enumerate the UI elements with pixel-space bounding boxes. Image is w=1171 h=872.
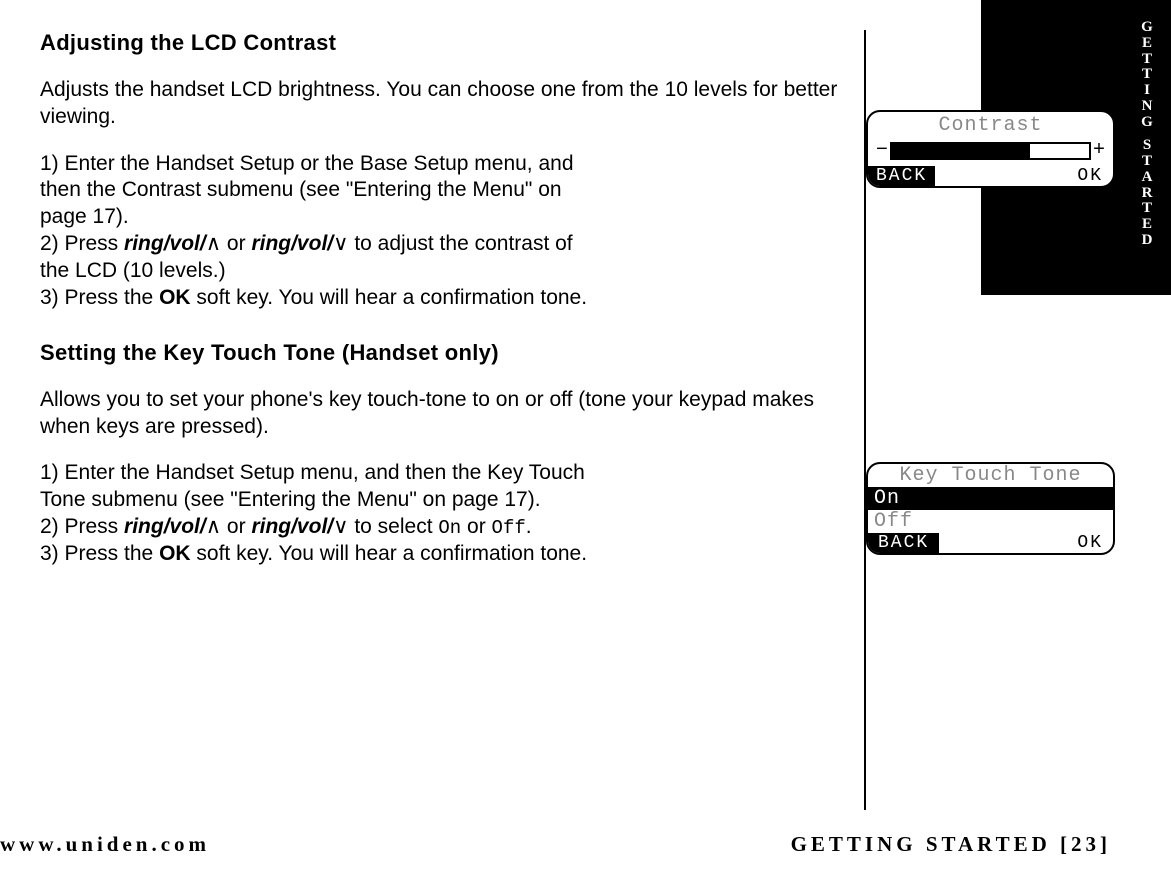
- step-1: 1) Enter the Handset Setup or the Base S…: [40, 151, 600, 232]
- off-literal: Off: [492, 517, 526, 539]
- section-lcd-contrast: Adjusting the LCD Contrast Adjusts the h…: [40, 30, 860, 312]
- page-content: Adjusting the LCD Contrast Adjusts the h…: [40, 30, 860, 568]
- ok-label-2: OK: [159, 542, 191, 565]
- or-text-2: or: [221, 515, 251, 538]
- up-caret-icon: ∧: [206, 232, 221, 255]
- step-3-pre: 3) Press the: [40, 286, 159, 309]
- lcd-keytouch-title: Key Touch Tone: [868, 464, 1113, 487]
- lcd-keytouch-footer: BACK OK: [868, 533, 1113, 553]
- ok-label-1: OK: [159, 286, 191, 309]
- lcd-option-on: On: [868, 487, 1113, 510]
- lcd-ok-key: OK: [1067, 166, 1113, 186]
- minus-icon: −: [876, 139, 888, 162]
- footer-url: www.uniden.com: [0, 832, 210, 857]
- ringvol-label-3: ring/vol/: [124, 515, 206, 538]
- down-caret-icon-2: ∨: [333, 515, 348, 538]
- ringvol-label-2: ring/vol/: [251, 232, 333, 255]
- kt-step-2: 2) Press ring/vol/∧ or ring/vol/∨ to sel…: [40, 514, 600, 541]
- section-key-touch-tone: Setting the Key Touch Tone (Handset only…: [40, 340, 860, 568]
- kt-step-3: 3) Press the OK soft key. You will hear …: [40, 541, 600, 568]
- kt-step-2-pre: 2) Press: [40, 515, 124, 538]
- on-literal: On: [438, 517, 461, 539]
- steps-key-touch: 1) Enter the Handset Setup menu, and the…: [40, 460, 600, 568]
- lcd-contrast-footer: BACK OK: [868, 166, 1113, 186]
- kt-step-1: 1) Enter the Handset Setup menu, and the…: [40, 460, 600, 514]
- ringvol-label-4: ring/vol/: [251, 515, 333, 538]
- or-plain: or: [461, 515, 491, 538]
- steps-lcd-contrast: 1) Enter the Handset Setup or the Base S…: [40, 151, 600, 312]
- lcd-contrast-bar: [890, 142, 1091, 160]
- lcd-option-off: Off: [868, 510, 1113, 533]
- ringvol-label-1: ring/vol/: [124, 232, 206, 255]
- plus-icon: +: [1093, 139, 1105, 162]
- lcd-keytouch-screen: Key Touch Tone On Off BACK OK: [866, 462, 1115, 555]
- heading-key-touch: Setting the Key Touch Tone (Handset only…: [40, 340, 860, 366]
- lcd-back-key-2: BACK: [868, 533, 939, 553]
- lcd-contrast-bar-fill: [892, 144, 1030, 158]
- footer-section: GETTING STARTED [23]: [791, 832, 1111, 857]
- heading-lcd-contrast: Adjusting the LCD Contrast: [40, 30, 860, 56]
- step-2-pre: 2) Press: [40, 232, 124, 255]
- step-2: 2) Press ring/vol/∧ or ring/vol/∨ to adj…: [40, 231, 600, 285]
- intro-key-touch: Allows you to set your phone's key touch…: [40, 386, 860, 441]
- lcd-contrast-title: Contrast: [868, 112, 1113, 137]
- lcd-back-key: BACK: [868, 166, 935, 186]
- step-3: 3) Press the OK soft key. You will hear …: [40, 285, 600, 312]
- lcd-footer-spacer-2: [939, 533, 1067, 553]
- lcd-footer-spacer: [935, 166, 1067, 186]
- step-3-post: soft key. You will hear a confirmation t…: [191, 286, 588, 309]
- kt-period: .: [526, 515, 532, 538]
- lcd-contrast-screen: Contrast − + BACK OK: [866, 110, 1115, 188]
- section-tab-label: GETTINGSTARTED: [1139, 20, 1159, 249]
- lcd-contrast-bar-row: − +: [868, 137, 1113, 166]
- kt-step-3-post: soft key. You will hear a confirmation t…: [191, 542, 588, 565]
- kt-step-2-mid: to select: [349, 515, 439, 538]
- or-text-1: or: [221, 232, 251, 255]
- kt-step-3-pre: 3) Press the: [40, 542, 159, 565]
- up-caret-icon-2: ∧: [206, 515, 221, 538]
- lcd-ok-key-2: OK: [1067, 533, 1113, 553]
- intro-lcd-contrast: Adjusts the handset LCD brightness. You …: [40, 76, 860, 131]
- down-caret-icon: ∨: [333, 232, 348, 255]
